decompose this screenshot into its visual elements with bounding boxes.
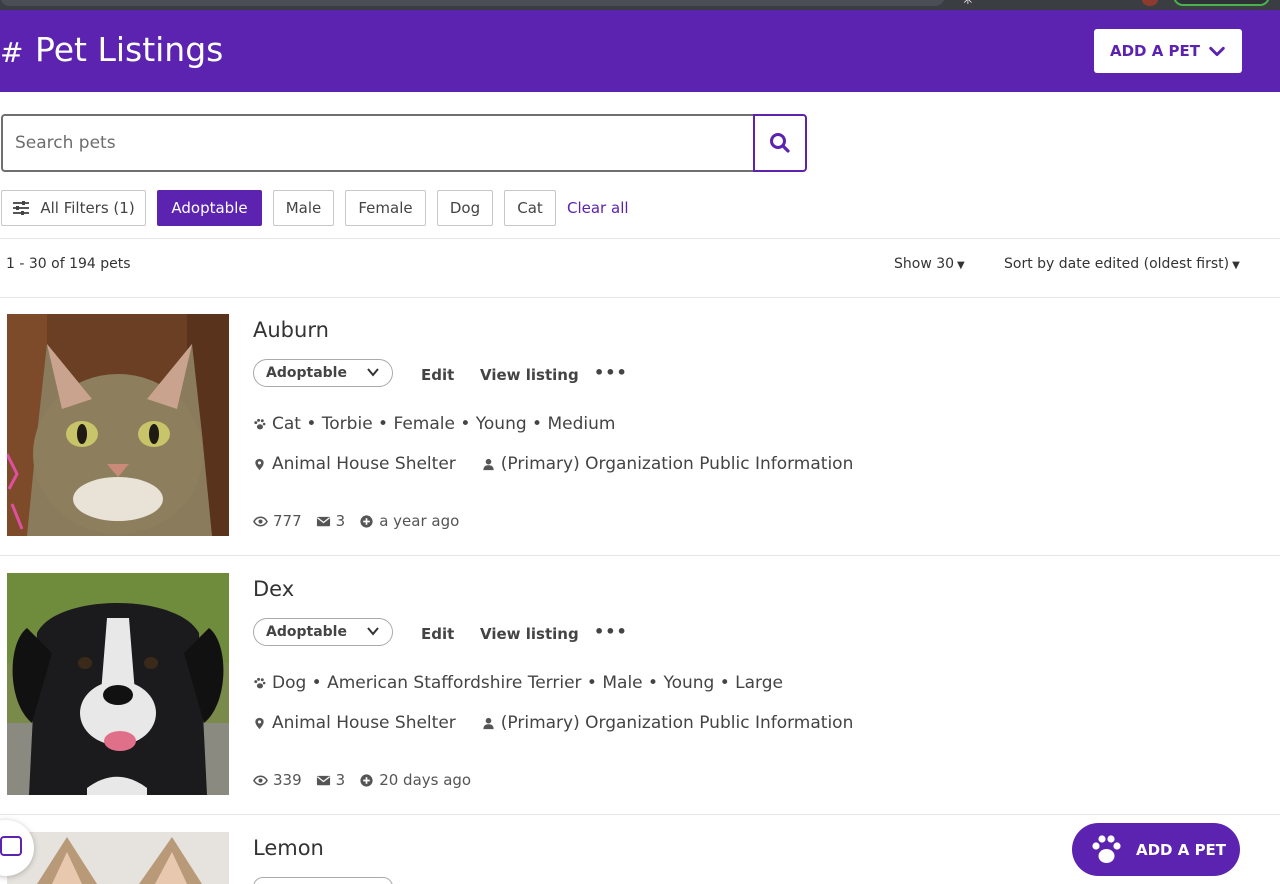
filter-chip-cat[interactable]: Cat (504, 190, 556, 226)
pet-contact: (Primary) Organization Public Informatio… (500, 454, 854, 474)
envelope-icon (316, 516, 330, 526)
eye-icon (253, 516, 268, 526)
profile-avatar[interactable] (1142, 0, 1158, 6)
status-dropdown[interactable] (253, 877, 393, 884)
person-icon (483, 717, 494, 729)
location-pin-icon (255, 717, 264, 729)
person-icon (483, 458, 494, 470)
search-icon (770, 133, 790, 153)
pet-name[interactable]: Auburn (253, 318, 329, 342)
dog-photo (7, 573, 229, 795)
plus-circle-icon (360, 773, 373, 787)
page-title: Pet Listings (35, 30, 224, 69)
browser-top-strip: ✳ (0, 0, 1280, 10)
search-input[interactable] (15, 133, 754, 153)
pet-location-row: Animal House Shelter (Primary) Organizat… (253, 454, 853, 474)
pet-location-row: Animal House Shelter (Primary) Organizat… (253, 713, 853, 733)
pet-location: Animal House Shelter (272, 454, 456, 474)
pet-details-text: Dog • American Staffordshire Terrier • M… (272, 673, 783, 693)
view-listing-link[interactable]: View listing (480, 366, 579, 384)
results-count: 1 - 30 of 194 pets (6, 256, 131, 272)
chevron-down-icon: ▼ (957, 260, 965, 271)
search-button[interactable] (753, 114, 807, 172)
sort-dropdown[interactable]: Sort by date edited (oldest first) ▼ (1004, 256, 1240, 272)
pet-photo-auburn[interactable] (7, 314, 229, 536)
paw-icon (1092, 834, 1121, 863)
eye-icon (253, 775, 268, 785)
edit-link[interactable]: Edit (421, 366, 454, 384)
filter-chip-adoptable[interactable]: Adoptable (157, 190, 262, 226)
all-filters-button[interactable]: All Filters (1) (1, 190, 146, 226)
location-pin-icon (255, 458, 264, 470)
add-a-pet-label: ADD A PET (1109, 42, 1201, 60)
pet-details-text: Cat • Torbie • Female • Young • Medium (272, 414, 616, 434)
added-time: 20 days ago (379, 771, 472, 789)
divider (0, 555, 1280, 556)
more-options-button[interactable]: ••• (594, 363, 628, 382)
page-header: # Pet Listings ADD A PET (0, 10, 1280, 92)
pet-photo (7, 832, 229, 884)
pet-details: Cat • Torbie • Female • Young • Medium (253, 414, 615, 434)
edit-link[interactable]: Edit (421, 625, 454, 643)
chat-icon (0, 836, 22, 856)
divider (0, 297, 1280, 298)
view-listing-link[interactable]: View listing (480, 625, 579, 643)
sort-value: date edited (oldest first) (1058, 256, 1230, 272)
pet-location: Animal House Shelter (272, 713, 456, 733)
status-label: Adoptable (266, 624, 347, 640)
browser-button[interactable] (1173, 0, 1270, 6)
status-dropdown[interactable]: Adoptable (253, 359, 393, 387)
divider (0, 238, 1280, 239)
chevron-down-icon (1209, 46, 1225, 57)
pet-contact: (Primary) Organization Public Informatio… (500, 713, 854, 733)
show-per-page-dropdown[interactable]: Show 30 ▼ (894, 256, 965, 272)
chevron-down-icon: ▼ (1232, 260, 1240, 271)
paw-icon (254, 677, 266, 688)
sort-prefix: Sort by (1004, 256, 1055, 272)
divider (0, 814, 1280, 815)
more-options-button[interactable]: ••• (594, 622, 628, 641)
all-filters-label: All Filters (1) (40, 199, 135, 217)
pet-photo-lemon[interactable] (7, 832, 229, 884)
pet-stats: 339 3 20 days ago (253, 771, 471, 789)
add-a-pet-button[interactable]: ADD A PET (1094, 29, 1242, 73)
status-label: Adoptable (266, 365, 347, 381)
add-a-pet-fab[interactable]: ADD A PET (1072, 823, 1240, 876)
chevron-down-icon (367, 368, 379, 377)
extension-icon[interactable]: ✳ (962, 0, 974, 8)
add-a-pet-fab-label: ADD A PET (1136, 840, 1227, 859)
filter-chip-dog[interactable]: Dog (437, 190, 493, 226)
pet-name[interactable]: Lemon (253, 836, 324, 860)
added-time: a year ago (379, 512, 460, 530)
filter-chip-male[interactable]: Male (273, 190, 334, 226)
pet-name[interactable]: Dex (253, 577, 294, 601)
message-count: 3 (335, 512, 346, 530)
filter-chip-female[interactable]: Female (345, 190, 426, 226)
chevron-down-icon (367, 627, 379, 636)
pet-photo-dex[interactable] (7, 573, 229, 795)
search-box (1, 114, 754, 172)
paw-icon (254, 418, 266, 429)
clear-all-link[interactable]: Clear all (567, 199, 629, 217)
view-count: 777 (273, 512, 302, 530)
envelope-icon (316, 775, 330, 785)
message-count: 3 (335, 771, 346, 789)
browser-address-bar[interactable] (0, 0, 945, 6)
cat-photo (7, 314, 229, 536)
plus-circle-icon (360, 514, 373, 528)
pet-stats: 777 3 a year ago (253, 512, 459, 530)
view-count: 339 (273, 771, 302, 789)
show-label: Show 30 (894, 256, 955, 272)
menu-hash-icon[interactable]: # (0, 36, 23, 69)
pet-details: Dog • American Staffordshire Terrier • M… (253, 673, 783, 693)
status-dropdown[interactable]: Adoptable (253, 618, 393, 646)
sliders-icon (13, 201, 30, 215)
